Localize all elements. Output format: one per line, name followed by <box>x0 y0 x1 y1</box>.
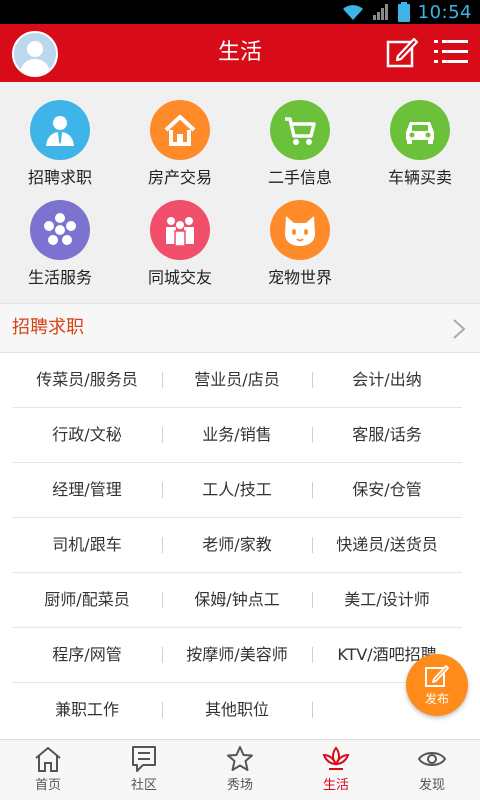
job-category-item[interactable]: 兼职工作 <box>12 683 162 737</box>
nav-show[interactable]: 秀场 <box>192 740 288 800</box>
job-category-item[interactable]: 按摩师/美容师 <box>162 628 312 682</box>
status-time: 10:54 <box>417 1 472 23</box>
category-label: 生活服务 <box>27 268 92 287</box>
nav-label: 生活 <box>322 778 349 793</box>
nav-home[interactable]: 首页 <box>0 740 96 800</box>
job-category-item[interactable]: 会计/出纳 <box>312 353 462 407</box>
category-label: 车辆买卖 <box>387 168 452 187</box>
lotus-icon <box>322 746 350 770</box>
recruitment-section-header[interactable]: 招聘求职 <box>0 303 480 353</box>
job-category-item[interactable]: 工人/技工 <box>162 463 312 517</box>
job-row: 经理/管理 工人/技工 保安/仓管 <box>12 463 462 518</box>
job-category-item[interactable]: 营业员/店员 <box>162 353 312 407</box>
job-category-item[interactable]: 程序/网管 <box>12 628 162 682</box>
category-recruitment[interactable]: 招聘求职 <box>0 82 120 187</box>
job-category-item[interactable]: 经理/管理 <box>12 463 162 517</box>
job-row: 兼职工作 其他职位 <box>12 683 462 738</box>
category-label: 同城交友 <box>147 268 212 287</box>
nav-label: 首页 <box>34 778 61 793</box>
job-category-item[interactable]: 行政/文秘 <box>12 408 162 462</box>
job-category-item[interactable]: 老师/家教 <box>162 518 312 572</box>
nav-label: 秀场 <box>226 778 253 793</box>
status-bar: 10:54 <box>0 0 480 24</box>
job-category-item[interactable]: 其他职位 <box>162 683 312 737</box>
job-row: 厨师/配菜员 保姆/钟点工 美工/设计师 <box>12 573 462 628</box>
star-outline-icon <box>227 746 253 771</box>
person-icon <box>30 100 90 160</box>
eye-icon <box>417 752 447 766</box>
status-icons: 10:54 <box>342 0 472 24</box>
menu-icon[interactable] <box>434 38 468 66</box>
nav-discover[interactable]: 发现 <box>384 740 480 800</box>
job-category-item[interactable]: 保安/仓管 <box>312 463 462 517</box>
bottom-nav: 首页 社区 秀场 生活 发现 <box>0 739 480 800</box>
chevron-right-icon <box>453 319 466 339</box>
edit-icon[interactable] <box>386 36 418 68</box>
home-icon <box>35 746 61 772</box>
divider <box>312 702 313 718</box>
category-label: 宠物世界 <box>267 268 332 287</box>
section-title: 招聘求职 <box>12 317 84 338</box>
job-category-item[interactable]: 传菜员/服务员 <box>12 353 162 407</box>
category-real-estate[interactable]: 房产交易 <box>120 82 240 187</box>
publish-label: 发布 <box>424 692 449 706</box>
job-row: 行政/文秘 业务/销售 客服/话务 <box>12 408 462 463</box>
cart-icon <box>270 100 330 160</box>
category-pets[interactable]: 宠物世界 <box>240 182 360 287</box>
publish-button[interactable]: 发布 <box>406 654 468 716</box>
nav-label: 社区 <box>130 778 157 793</box>
battery-icon <box>397 2 410 22</box>
category-grid: 招聘求职 房产交易 二手信息 车辆买卖 生活服务 同城交友 宠物世界 <box>0 82 480 302</box>
app-header: 生活 <box>0 24 480 82</box>
car-icon <box>390 100 450 160</box>
cat-icon <box>270 200 330 260</box>
house-icon <box>150 100 210 160</box>
signal-icon <box>372 4 388 20</box>
job-category-item[interactable]: 业务/销售 <box>162 408 312 462</box>
category-dating[interactable]: 同城交友 <box>120 182 240 287</box>
category-vehicles[interactable]: 车辆买卖 <box>360 82 480 187</box>
job-category-item[interactable]: 美工/设计师 <box>312 573 462 627</box>
nav-label: 发现 <box>418 778 445 793</box>
job-category-item[interactable]: 保姆/钟点工 <box>162 573 312 627</box>
edit-icon <box>425 665 449 687</box>
nav-life[interactable]: 生活 <box>288 740 384 800</box>
job-category-item[interactable]: 客服/话务 <box>312 408 462 462</box>
job-category-item[interactable]: 厨师/配菜员 <box>12 573 162 627</box>
job-category-item[interactable]: 司机/跟车 <box>12 518 162 572</box>
category-second-hand[interactable]: 二手信息 <box>240 82 360 187</box>
job-row: 司机/跟车 老师/家教 快递员/送货员 <box>12 518 462 573</box>
job-row: 程序/网管 按摩师/美容师 KTV/酒吧招聘 <box>12 628 462 683</box>
job-category-item[interactable]: 快递员/送货员 <box>312 518 462 572</box>
people-icon <box>150 200 210 260</box>
nav-community[interactable]: 社区 <box>96 740 192 800</box>
job-row: 传菜员/服务员 营业员/店员 会计/出纳 <box>12 353 462 408</box>
star-icon <box>30 200 90 260</box>
category-life-services[interactable]: 生活服务 <box>0 182 120 287</box>
wifi-icon <box>342 5 363 20</box>
chat-icon <box>132 746 156 772</box>
